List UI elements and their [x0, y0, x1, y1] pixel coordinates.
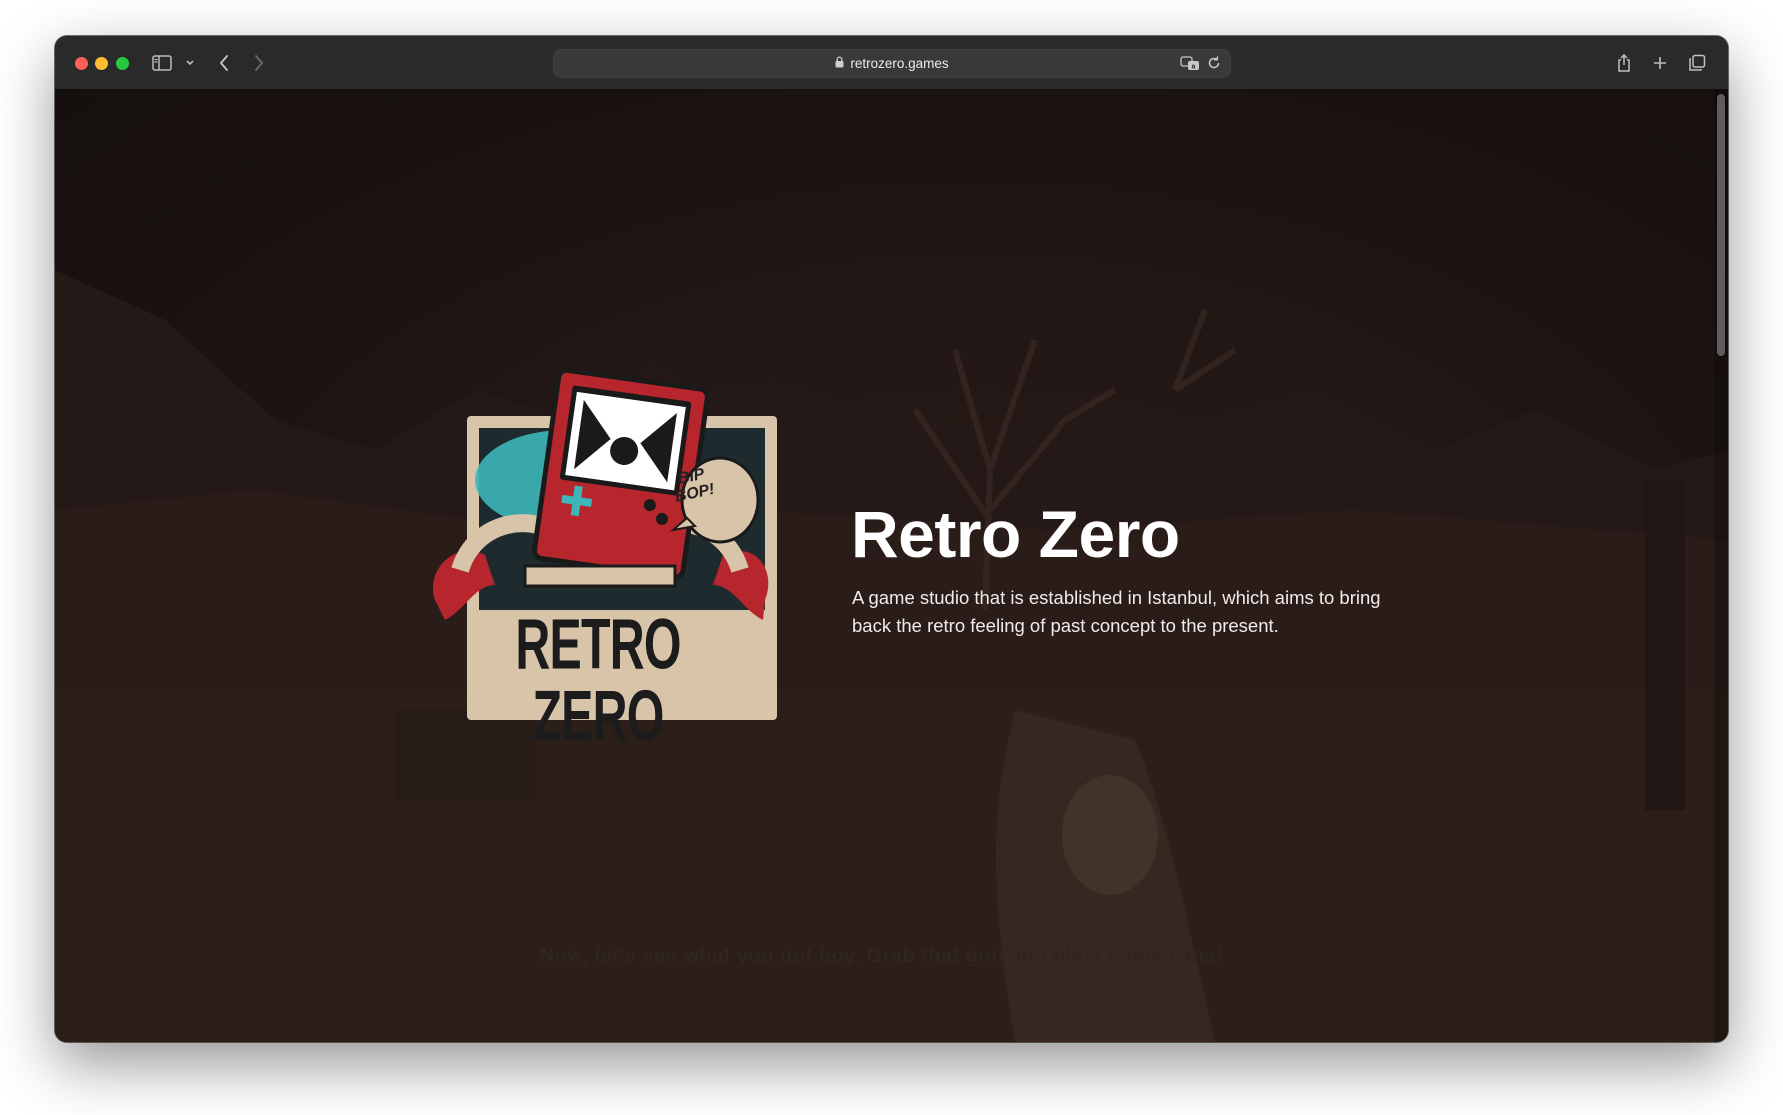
reload-icon[interactable] [1206, 55, 1222, 76]
forward-icon[interactable] [250, 50, 268, 76]
web-page: BIP BOP! RETRO ZERO Retro Zero A game stu… [55, 90, 1728, 1042]
address-bar[interactable]: retrozero.games a [553, 49, 1231, 78]
minimize-button[interactable] [95, 57, 108, 70]
new-tab-icon[interactable] [1651, 50, 1669, 76]
share-icon[interactable] [1615, 50, 1633, 76]
svg-text:a: a [1192, 64, 1196, 71]
tab-overview-icon[interactable] [1687, 50, 1707, 76]
zoom-button[interactable] [116, 57, 129, 70]
sidebar-icon[interactable] [151, 50, 173, 76]
back-icon[interactable] [215, 50, 233, 76]
browser-window: retrozero.games a BIP BOP! RETRO ZERO Re… [55, 36, 1728, 1042]
url-text: retrozero.games [850, 56, 949, 71]
browser-toolbar: retrozero.games a [55, 36, 1728, 90]
lock-icon [835, 56, 844, 71]
hero-description: A game studio that is established in Ist… [852, 587, 1381, 636]
translate-icon[interactable]: a [1180, 55, 1200, 76]
scrollbar-thumb[interactable] [1717, 94, 1725, 356]
hero-title: Retro Zero [851, 497, 1180, 571]
chevron-down-icon[interactable] [184, 50, 196, 76]
retro-zero-logo: BIP BOP! RETRO ZERO [415, 367, 785, 752]
background-video-subtitle: Now, let's see what you got boy. Grab th… [539, 945, 1224, 967]
close-button[interactable] [75, 57, 88, 70]
logo-wordmark: RETRO ZERO [515, 605, 681, 757]
